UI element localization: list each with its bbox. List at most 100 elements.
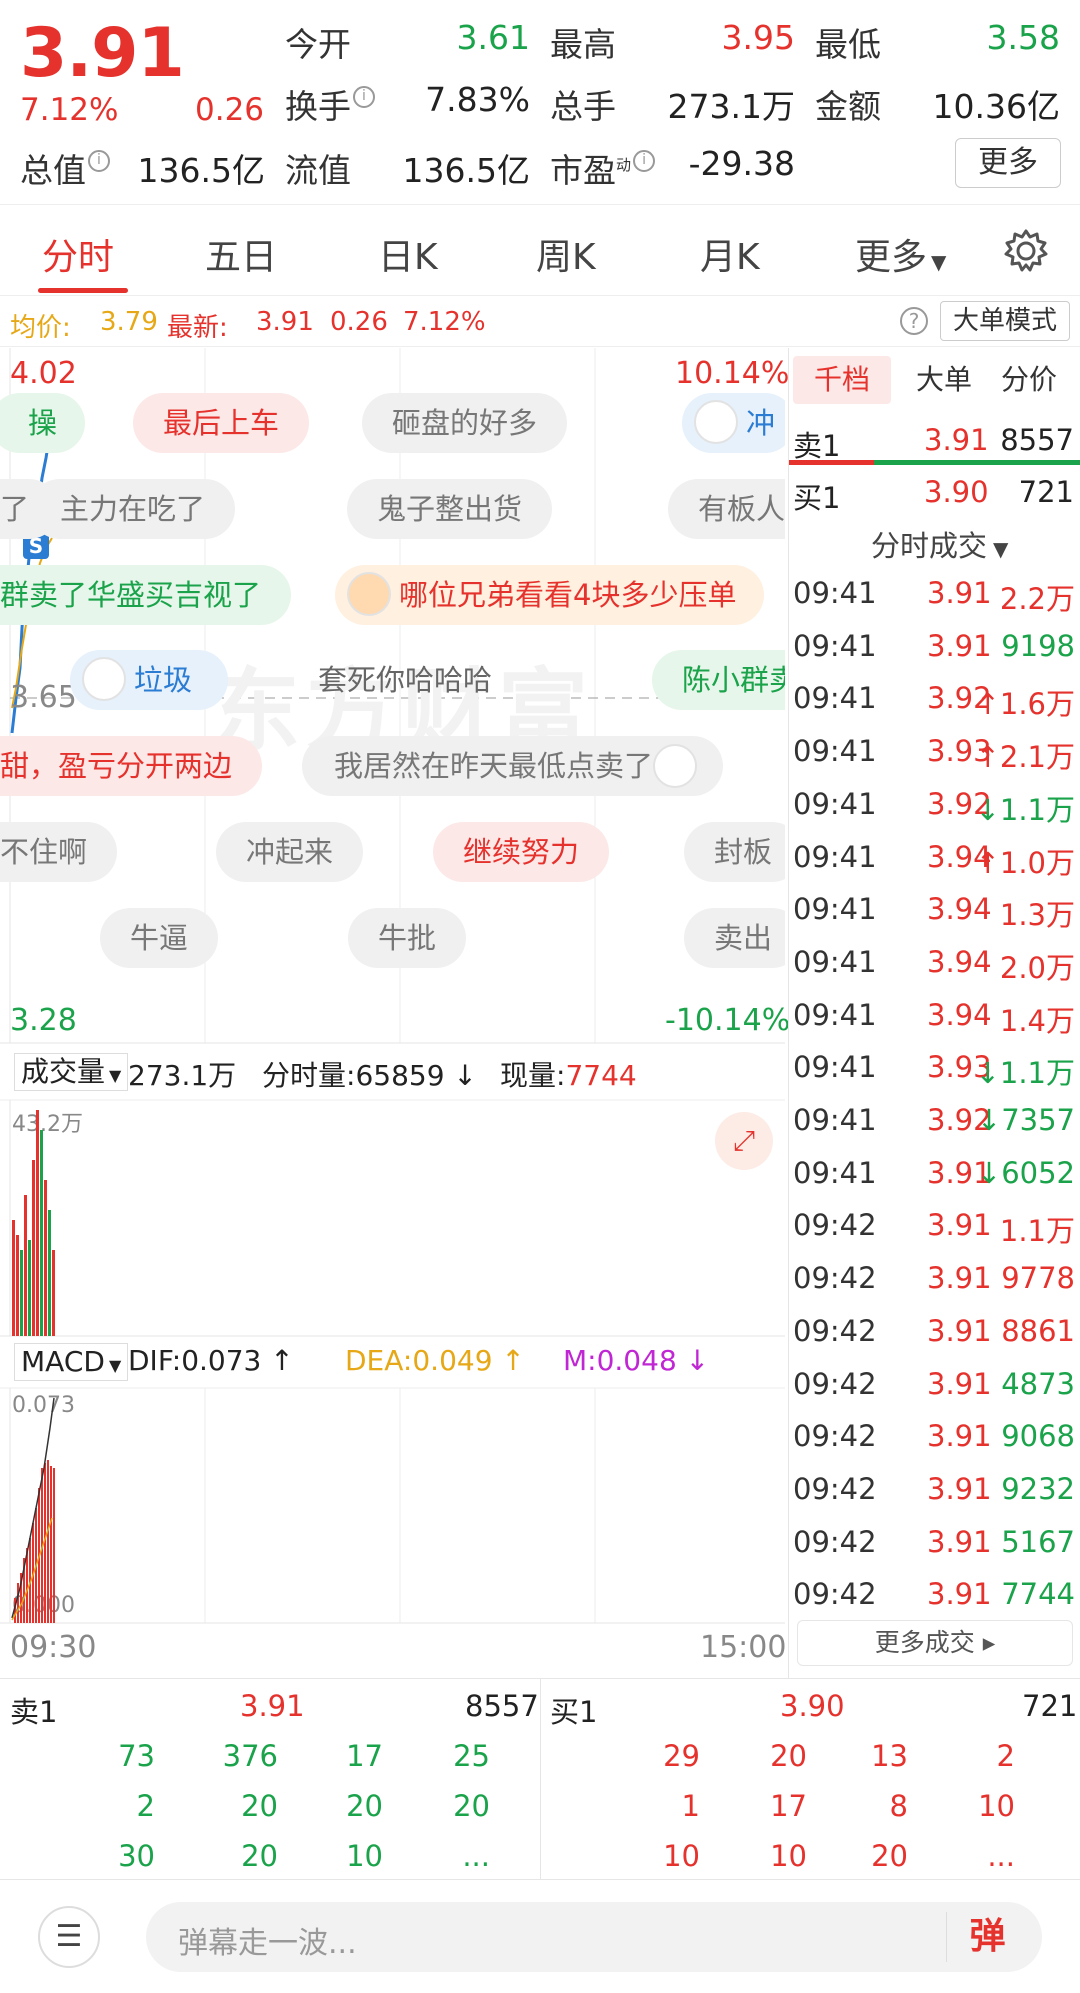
danmu-input[interactable]: 弹幕走一波... 弹 xyxy=(146,1902,1042,1972)
book-bid-price: 3.90 xyxy=(780,1689,845,1723)
danmu-item[interactable]: 哪位兄弟看看4块多少压单 xyxy=(335,565,765,625)
tick-price: 3.91 xyxy=(927,628,992,663)
danmu-item[interactable]: 继续努力 xyxy=(433,822,610,882)
tick-price: 3.91 xyxy=(927,1366,992,1401)
danmu-item[interactable]: 冲 xyxy=(682,393,785,453)
tick-row: 09:41 3.94 1.4万 xyxy=(789,998,1080,1050)
tab-intraday[interactable]: 分时 xyxy=(42,228,114,280)
tick-volume: 8861 xyxy=(1001,1313,1075,1348)
tick-volume: ↓1.1万 xyxy=(975,792,1075,827)
book-ask-price: 3.91 xyxy=(240,1689,305,1723)
tab-weekly-k[interactable]: 周K xyxy=(536,228,596,280)
danmu-item[interactable]: 群卖了华盛买吉视了 xyxy=(0,565,292,625)
ask-queue-cell: 20 xyxy=(453,1789,490,1823)
minute-volume: 分时量:65859 ↓ xyxy=(262,1059,477,1092)
turnover-label[interactable]: 换手 i xyxy=(285,80,375,128)
ask-queue-cell: 20 xyxy=(346,1789,383,1823)
bid-queue-cell: 1 xyxy=(681,1789,700,1823)
ticks-title[interactable]: 分时成交 ▼ xyxy=(871,523,1008,565)
high-value: 3.95 xyxy=(721,18,795,57)
tick-time: 09:41 xyxy=(793,997,877,1032)
current-volume: 现量:7744 xyxy=(500,1059,637,1092)
tick-row: 09:42 3.91 9068 xyxy=(789,1419,1080,1471)
user-avatar-icon xyxy=(82,657,126,701)
tab-daily-k[interactable]: 日K xyxy=(378,228,438,280)
tick-arrow: ↓ xyxy=(976,1103,1002,1137)
danmu-settings-icon[interactable]: ☰ xyxy=(38,1906,100,1968)
tick-price: 3.91 xyxy=(927,1208,992,1243)
danmu-item[interactable]: 砸盘的好多 xyxy=(362,393,568,453)
danmu-item[interactable]: 垃圾 xyxy=(70,650,229,710)
tick-row: 09:41 3.91 9198 xyxy=(789,629,1080,681)
danmu-item[interactable]: 卖出 xyxy=(684,908,785,968)
mktcap-label[interactable]: 总值 i xyxy=(20,144,110,192)
info-icon[interactable]: i xyxy=(633,150,656,172)
user-avatar-icon xyxy=(653,744,698,788)
tick-time: 09:41 xyxy=(793,681,877,716)
danmu-item[interactable]: 牛批 xyxy=(348,908,467,968)
tick-volume: ↑2.1万 xyxy=(975,740,1075,775)
float-label: 流值 xyxy=(285,151,351,190)
help-icon[interactable]: ? xyxy=(900,307,928,335)
danmu-item[interactable]: 主力在吃了 xyxy=(30,479,236,539)
big-order-mode-button[interactable]: 大单模式 xyxy=(940,301,1070,341)
danmu-item[interactable]: 我居然在昨天最低点卖了 xyxy=(302,736,724,796)
tick-price: 3.91 xyxy=(927,1471,992,1506)
tab-five-day[interactable]: 五日 xyxy=(205,228,277,280)
latest-value: 3.91 xyxy=(256,307,314,337)
danmu-item[interactable]: 操 xyxy=(0,393,86,453)
bid-queue-cell: ... xyxy=(987,1839,1015,1873)
tick-volume: 7744 xyxy=(1001,1577,1075,1612)
more-trades-button[interactable]: 更多成交 ▸ xyxy=(797,1620,1073,1666)
danmu-input-placeholder: 弹幕走一波... xyxy=(178,1926,357,1961)
danmu-item[interactable]: 有板人 xyxy=(668,479,785,539)
volume-label: 总手 xyxy=(550,87,616,126)
tick-time: 09:41 xyxy=(793,1050,877,1085)
volume-bars xyxy=(12,1110,55,1336)
ask-queue-cell: 73 xyxy=(118,1739,155,1773)
info-icon[interactable]: i xyxy=(88,150,110,172)
bid1-volume: 721 xyxy=(1018,475,1074,509)
tab-price-dist[interactable]: 分价 xyxy=(989,356,1069,404)
tick-price: 3.94 xyxy=(927,944,992,979)
tick-price: 3.91 xyxy=(927,1261,992,1296)
danmu-item[interactable]: 最后上车 xyxy=(133,393,310,453)
tab-level-book[interactable]: 千档 xyxy=(793,356,891,404)
indicator-select-volume[interactable]: 成交量 ▼ xyxy=(14,1053,129,1091)
tick-volume: 1.4万 xyxy=(999,1003,1075,1038)
danmu-item[interactable]: 冲起来 xyxy=(216,822,364,882)
tick-time: 09:42 xyxy=(793,1419,877,1454)
tick-row: 09:42 3.91 9778 xyxy=(789,1261,1080,1313)
danmu-item[interactable]: 封板 xyxy=(684,822,785,882)
tick-volume: ↓6052 xyxy=(976,1155,1075,1190)
danmu-item[interactable]: 甜，盈亏分开两边 xyxy=(0,736,263,796)
danmu-item[interactable]: 不住啊 xyxy=(0,822,118,882)
more-quote-button[interactable]: 更多 xyxy=(955,138,1061,188)
danmu-item[interactable]: 牛逼 xyxy=(100,908,219,968)
ask-queue-cell: ... xyxy=(462,1839,490,1873)
danmu-send-button[interactable]: 弹 xyxy=(946,1912,1028,1962)
pe-value: -29.38 xyxy=(688,144,795,183)
danmu-item[interactable]: 陈小群卖 xyxy=(652,650,785,710)
bid-queue-cell: 20 xyxy=(871,1839,908,1873)
pe-label[interactable]: 市盈动 i xyxy=(550,144,656,192)
tick-time: 09:42 xyxy=(793,1471,877,1506)
danmu-item[interactable]: 鬼子整出货 xyxy=(347,479,553,539)
latest-change-pct: 7.12% xyxy=(403,307,486,337)
bid-depth-bar xyxy=(874,460,1080,465)
tab-monthly-k[interactable]: 月K xyxy=(700,228,760,280)
tick-volume: 1.3万 xyxy=(999,898,1075,933)
quote-header: 3.91 7.12% 0.26 今开 3.61 最高 3.95 最低 3.58 … xyxy=(0,0,1080,205)
settings-gear-icon[interactable] xyxy=(1003,228,1049,274)
tick-price: 3.91 xyxy=(927,1577,992,1612)
mktcap-value: 136.5亿 xyxy=(137,151,265,190)
indicator-select-macd[interactable]: MACD ▼ xyxy=(14,1343,129,1381)
tab-big-order[interactable]: 大单 xyxy=(904,356,984,404)
ask-queue-cell: 25 xyxy=(453,1739,490,1773)
danmu-item[interactable]: 套死你哈哈哈 xyxy=(288,650,522,710)
bottom-bar: ☰ 弹幕走一波... 弹 xyxy=(0,1880,1080,1993)
info-icon[interactable]: i xyxy=(353,86,375,108)
tick-row: 09:41 3.92 ↓1.1万 xyxy=(789,787,1080,839)
volume-total: 273.1万 xyxy=(128,1059,237,1092)
tab-more[interactable]: 更多 ▼ xyxy=(855,228,946,280)
